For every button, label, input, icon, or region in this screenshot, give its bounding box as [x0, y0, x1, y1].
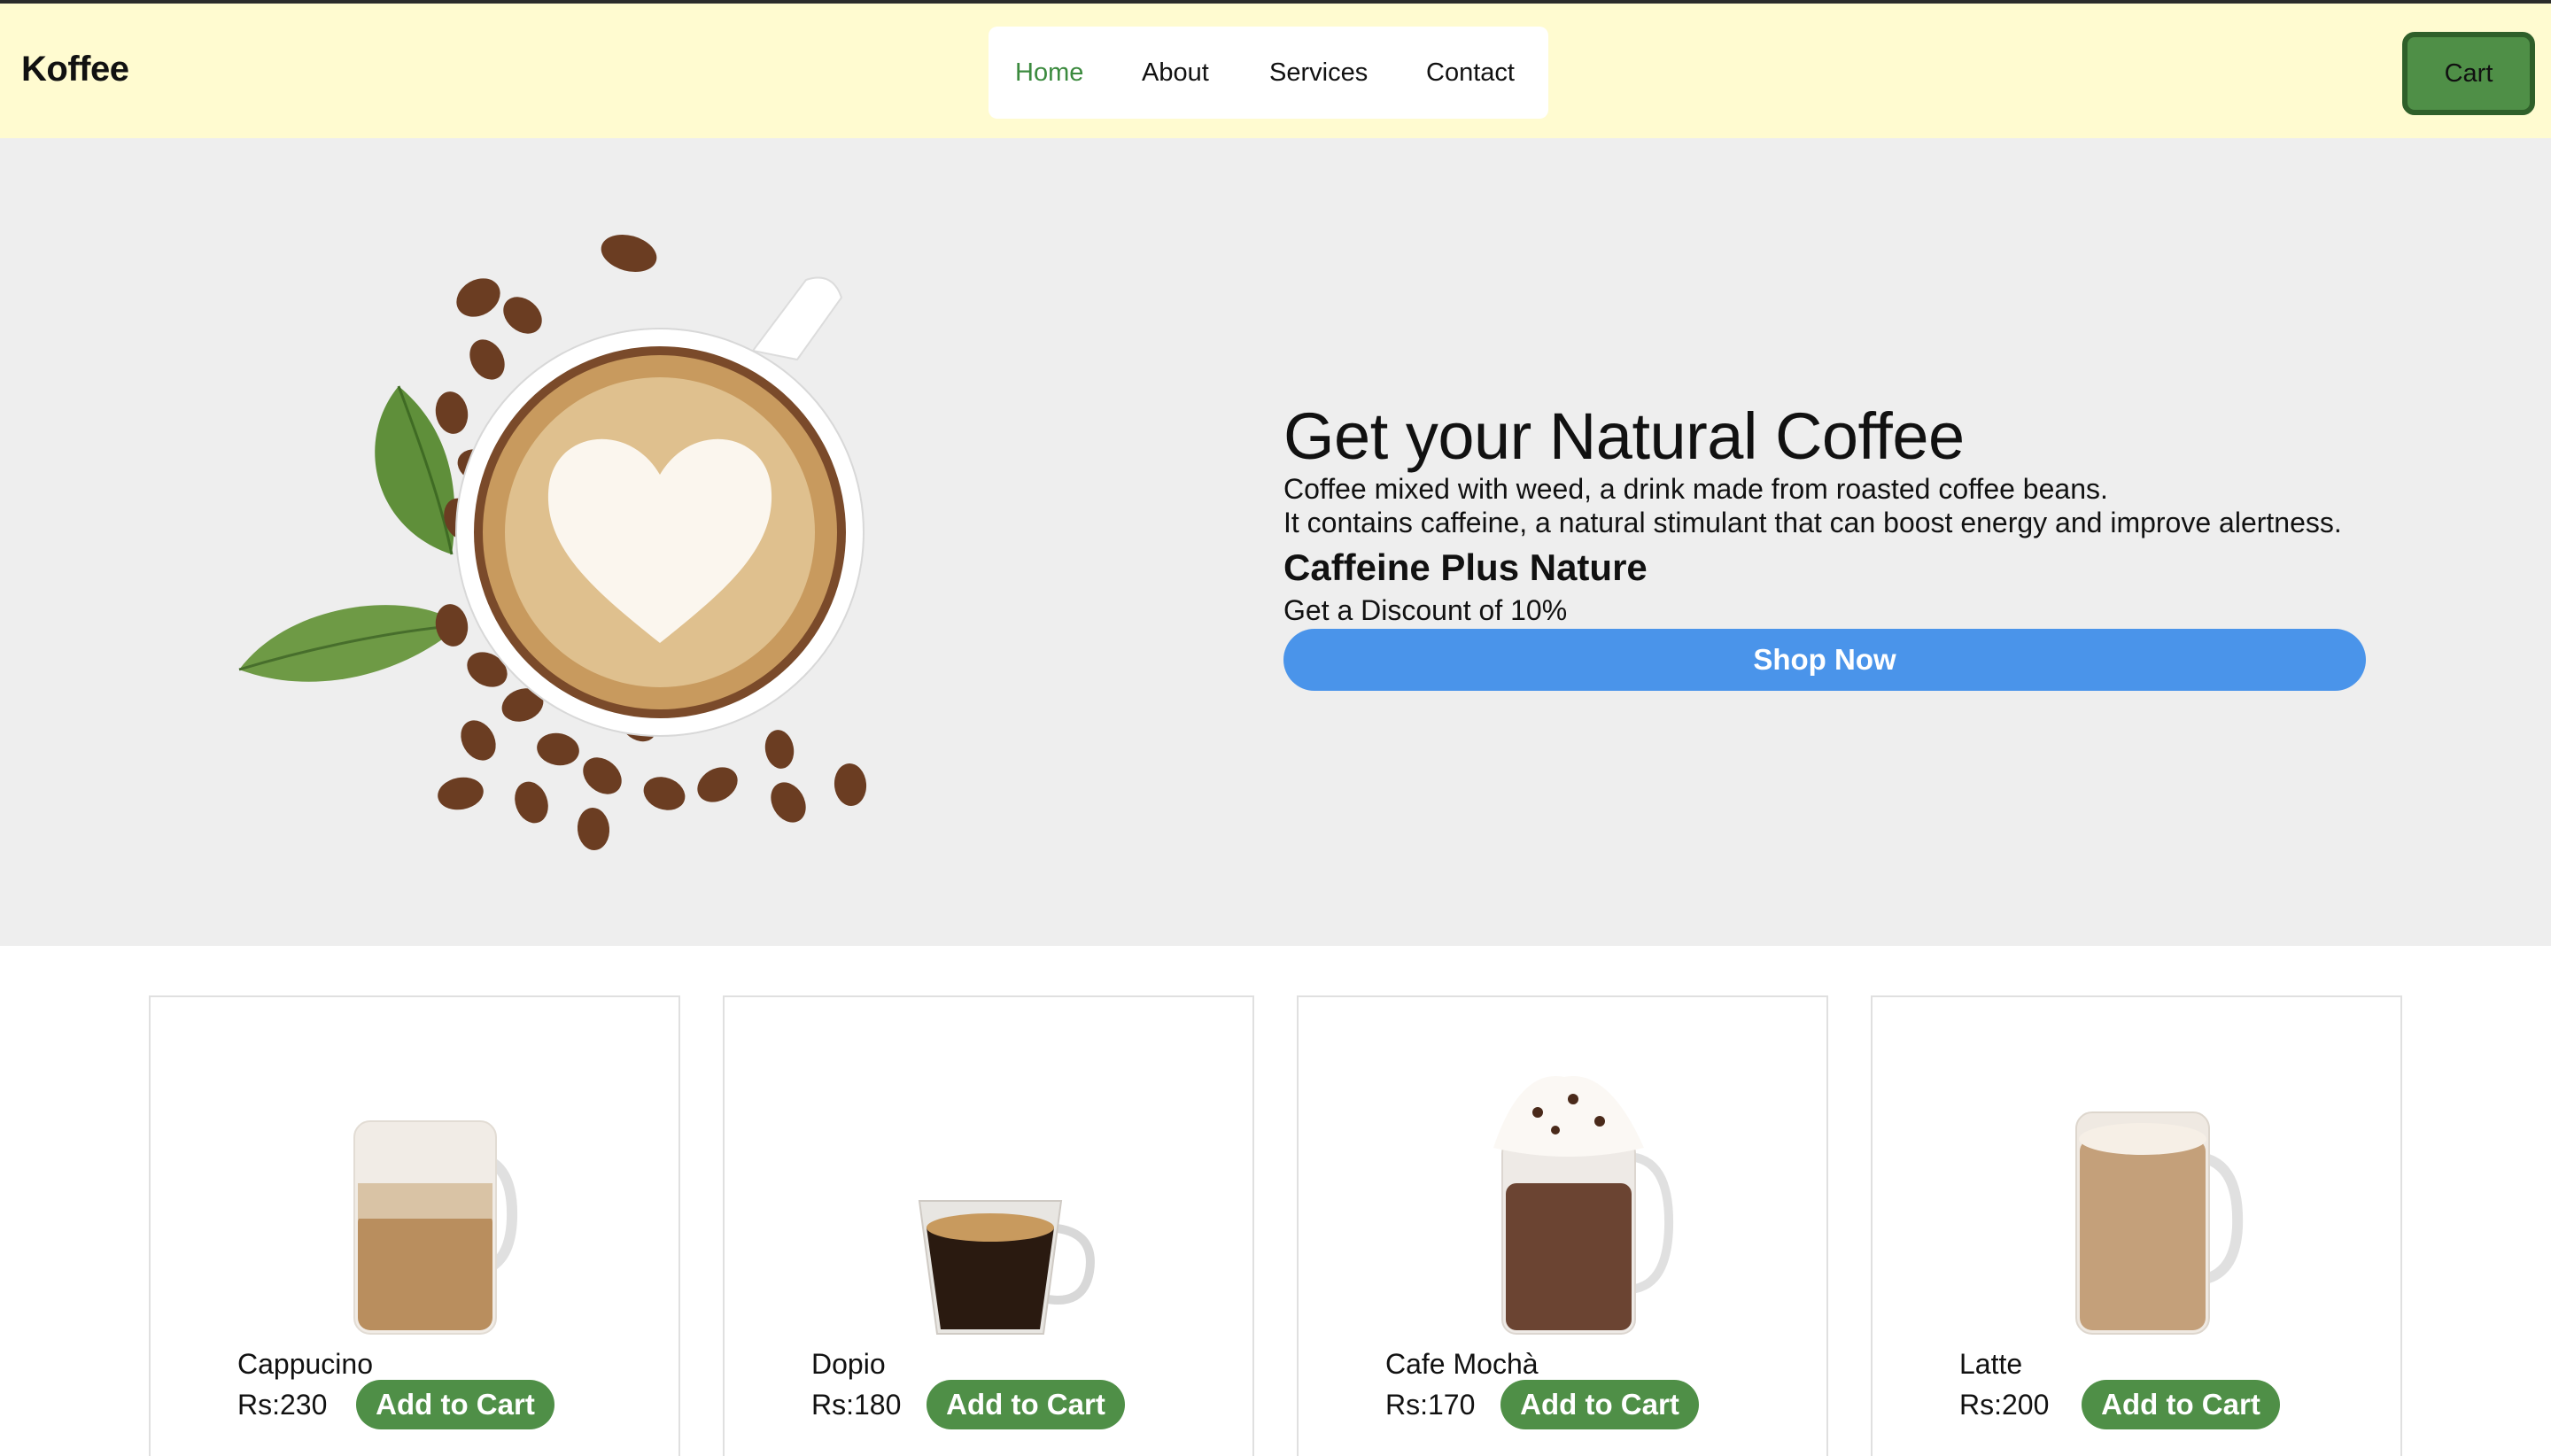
product-name: Cafe Mochà — [1385, 1348, 1539, 1380]
product-name: Latte — [1959, 1348, 2023, 1380]
coffee-cup-image — [238, 234, 867, 850]
hero-desc-line2: It contains caffeine, a natural stimulan… — [1283, 507, 2342, 539]
hero-subtitle: Caffeine Plus Nature — [1283, 546, 1648, 589]
product-price: Rs:200 — [1959, 1389, 2050, 1421]
product-price: Rs:170 — [1385, 1389, 1476, 1421]
hero-desc-line1: Coffee mixed with weed, a drink made fro… — [1283, 473, 2108, 506]
product-card-cappucino: Cappucino Rs:230 Add to Cart — [149, 995, 680, 1456]
nav-contact[interactable]: Contact — [1426, 58, 1515, 88]
dopio-image — [918, 1200, 1095, 1335]
coffee-leaves — [238, 385, 461, 682]
cart-button[interactable]: Cart — [2402, 32, 2535, 115]
product-card-cafe-mocha: Cafe Mochà Rs:170 Add to Cart — [1297, 995, 1828, 1456]
cappucino-image — [353, 1120, 518, 1335]
hero-discount: Get a Discount of 10% — [1283, 594, 1568, 627]
add-to-cart-button[interactable]: Add to Cart — [1500, 1380, 1699, 1429]
hero-section: Get your Natural Coffee Coffee mixed wit… — [0, 138, 2551, 946]
latte-image — [2075, 1111, 2244, 1335]
site-header: Koffee Home About Services Contact Cart — [0, 4, 2551, 138]
add-to-cart-button[interactable]: Add to Cart — [356, 1380, 554, 1429]
products-section: Cappucino Rs:230 Add to Cart Dopio Rs:18… — [0, 946, 2551, 1456]
shop-now-button[interactable]: Shop Now — [1283, 629, 2366, 692]
nav-home[interactable]: Home — [1015, 58, 1083, 88]
add-to-cart-button[interactable]: Add to Cart — [927, 1380, 1125, 1429]
nav-services[interactable]: Services — [1269, 58, 1368, 88]
nav-about[interactable]: About — [1142, 58, 1209, 88]
logo[interactable]: Koffee — [21, 50, 129, 89]
product-name: Cappucino — [237, 1348, 373, 1380]
add-to-cart-button[interactable]: Add to Cart — [2082, 1380, 2280, 1429]
cafe-mocha-image — [1493, 1076, 1674, 1335]
main-nav: Home About Services Contact — [989, 27, 1548, 119]
hero-title: Get your Natural Coffee — [1283, 399, 1965, 473]
hero-text: Get your Natural Coffee Coffee mixed wit… — [1283, 399, 2366, 692]
product-price: Rs:230 — [237, 1389, 328, 1421]
product-name: Dopio — [811, 1348, 886, 1380]
product-price: Rs:180 — [811, 1389, 902, 1421]
product-card-latte: Latte Rs:200 Add to Cart — [1871, 995, 2402, 1456]
product-card-dopio: Dopio Rs:180 Add to Cart — [723, 995, 1254, 1456]
